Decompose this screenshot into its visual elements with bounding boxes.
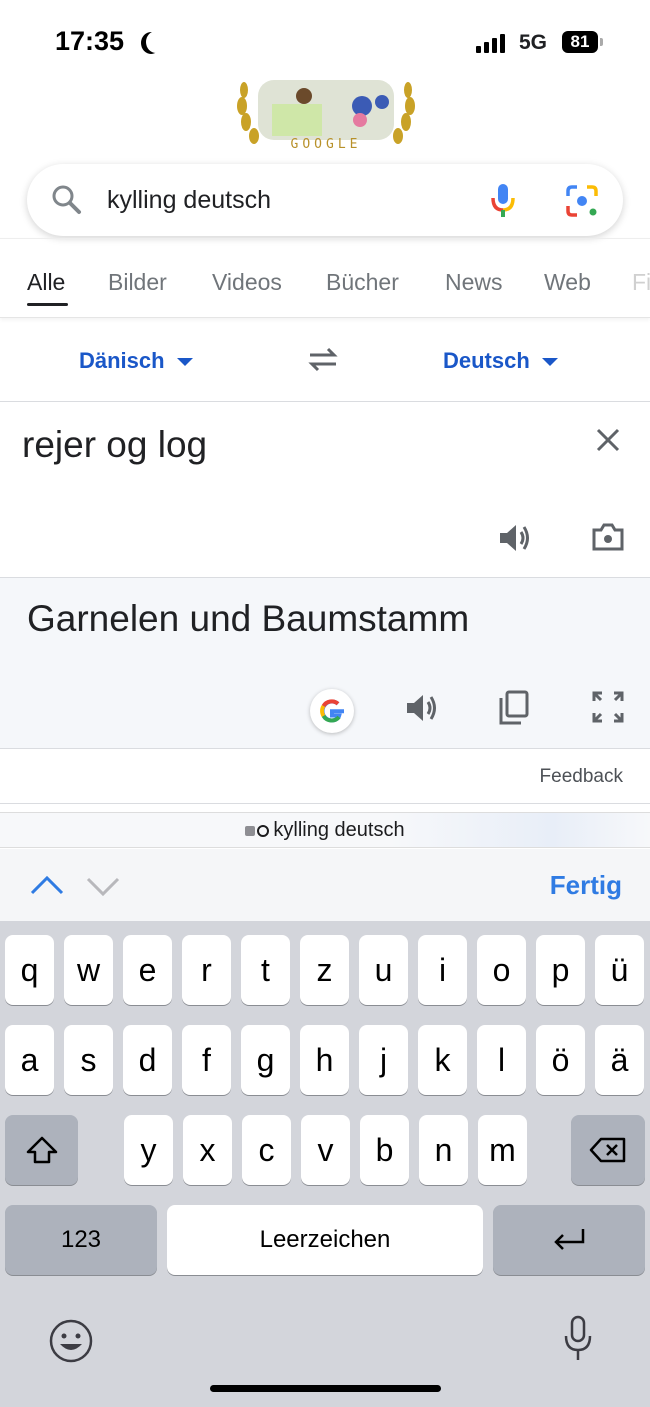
do-not-disturb-moon-icon <box>146 31 166 53</box>
key[interactable]: n <box>419 1115 468 1185</box>
key[interactable]: j <box>359 1025 408 1095</box>
source-language-select[interactable]: Dänisch <box>79 348 193 374</box>
key[interactable]: y <box>124 1115 173 1185</box>
address-text: kylling deutsch <box>273 819 405 841</box>
home-indicator <box>210 1385 441 1392</box>
return-key[interactable] <box>493 1205 645 1275</box>
fullscreen-icon[interactable] <box>592 691 624 723</box>
tab-more[interactable]: Fi <box>632 269 650 296</box>
emoji-icon[interactable] <box>48 1318 94 1364</box>
tab-alle[interactable]: Alle <box>27 269 65 296</box>
listen-translation-speaker-icon[interactable] <box>405 692 439 724</box>
key[interactable]: i <box>418 935 467 1005</box>
divider <box>0 803 650 804</box>
google-doodle[interactable]: GOOGLE <box>232 76 420 152</box>
tab-bilder[interactable]: Bilder <box>108 269 167 296</box>
feedback-link[interactable]: Feedback <box>540 766 623 788</box>
tab-web[interactable]: Web <box>544 269 591 296</box>
divider <box>0 748 650 749</box>
key[interactable]: h <box>300 1025 349 1095</box>
previous-field-chevron-up-icon[interactable] <box>30 874 64 896</box>
key[interactable]: d <box>123 1025 172 1095</box>
key[interactable]: w <box>64 935 113 1005</box>
key[interactable]: z <box>300 935 349 1005</box>
key[interactable]: b <box>360 1115 409 1185</box>
status-time: 17:35 <box>55 26 125 56</box>
network-type: 5G <box>519 31 548 54</box>
lock-icon <box>245 825 256 836</box>
key[interactable]: f <box>182 1025 231 1095</box>
battery-tip <box>600 38 603 46</box>
key[interactable]: x <box>183 1115 232 1185</box>
target-language-select[interactable]: Deutsch <box>443 348 558 374</box>
copy-icon[interactable] <box>498 690 530 726</box>
svg-text:GOOGLE: GOOGLE <box>291 137 362 150</box>
tab-buecher[interactable]: Bücher <box>326 269 399 296</box>
dictation-mic-icon[interactable] <box>562 1314 594 1364</box>
search-tabs: Alle Bilder Videos Bücher News Web Fi <box>0 238 650 318</box>
next-field-chevron-down-icon[interactable] <box>86 876 120 898</box>
key[interactable]: k <box>418 1025 467 1095</box>
chevron-down-icon <box>176 358 193 367</box>
numbers-key[interactable]: 123 <box>5 1205 157 1275</box>
listen-source-speaker-icon[interactable] <box>498 522 532 554</box>
key[interactable]: u <box>359 935 408 1005</box>
google-g-icon <box>320 699 344 723</box>
google-translate-button[interactable] <box>310 689 354 733</box>
divider <box>0 401 650 402</box>
key[interactable]: o <box>477 935 526 1005</box>
source-language-label: Dänisch <box>79 348 165 373</box>
return-icon <box>554 1229 585 1250</box>
key[interactable]: t <box>241 935 290 1005</box>
google-lens-icon[interactable] <box>565 184 599 218</box>
key[interactable]: q <box>5 935 54 1005</box>
signal-icon <box>476 34 505 53</box>
space-key[interactable]: Leerzeichen <box>167 1205 483 1275</box>
camera-translate-icon[interactable] <box>591 521 625 553</box>
clear-text-icon[interactable] <box>595 427 621 453</box>
search-icon <box>52 185 81 214</box>
search-small-icon <box>257 824 270 837</box>
shift-icon <box>26 1136 57 1164</box>
active-tab-indicator <box>27 303 68 306</box>
key[interactable]: m <box>478 1115 527 1185</box>
key[interactable]: s <box>64 1025 113 1095</box>
search-box[interactable]: kylling deutsch <box>27 164 623 236</box>
chevron-down-icon <box>541 358 558 367</box>
key[interactable]: ö <box>536 1025 585 1095</box>
key[interactable]: e <box>123 935 172 1005</box>
backspace-key[interactable] <box>571 1115 645 1185</box>
backspace-icon <box>589 1137 626 1163</box>
tab-news[interactable]: News <box>445 269 503 296</box>
voice-search-mic-icon[interactable] <box>489 182 517 220</box>
key[interactable]: l <box>477 1025 526 1095</box>
address-bar[interactable]: kylling deutsch <box>0 812 650 848</box>
key[interactable]: p <box>536 935 585 1005</box>
key[interactable]: c <box>242 1115 291 1185</box>
key[interactable]: ä <box>595 1025 644 1095</box>
key[interactable]: r <box>182 935 231 1005</box>
translated-text: Garnelen und Baumstamm <box>27 598 470 639</box>
done-button[interactable]: Fertig <box>550 870 622 901</box>
key[interactable]: a <box>5 1025 54 1095</box>
source-text-input[interactable]: rejer og log <box>22 424 207 466</box>
tab-videos[interactable]: Videos <box>212 269 282 296</box>
target-language-label: Deutsch <box>443 348 530 373</box>
battery-icon: 81 <box>562 31 598 53</box>
shift-key[interactable] <box>5 1115 78 1185</box>
key[interactable]: v <box>301 1115 350 1185</box>
search-input[interactable]: kylling deutsch <box>107 186 271 215</box>
key[interactable]: g <box>241 1025 290 1095</box>
key[interactable]: ü <box>595 935 644 1005</box>
swap-languages-icon[interactable] <box>306 346 340 372</box>
